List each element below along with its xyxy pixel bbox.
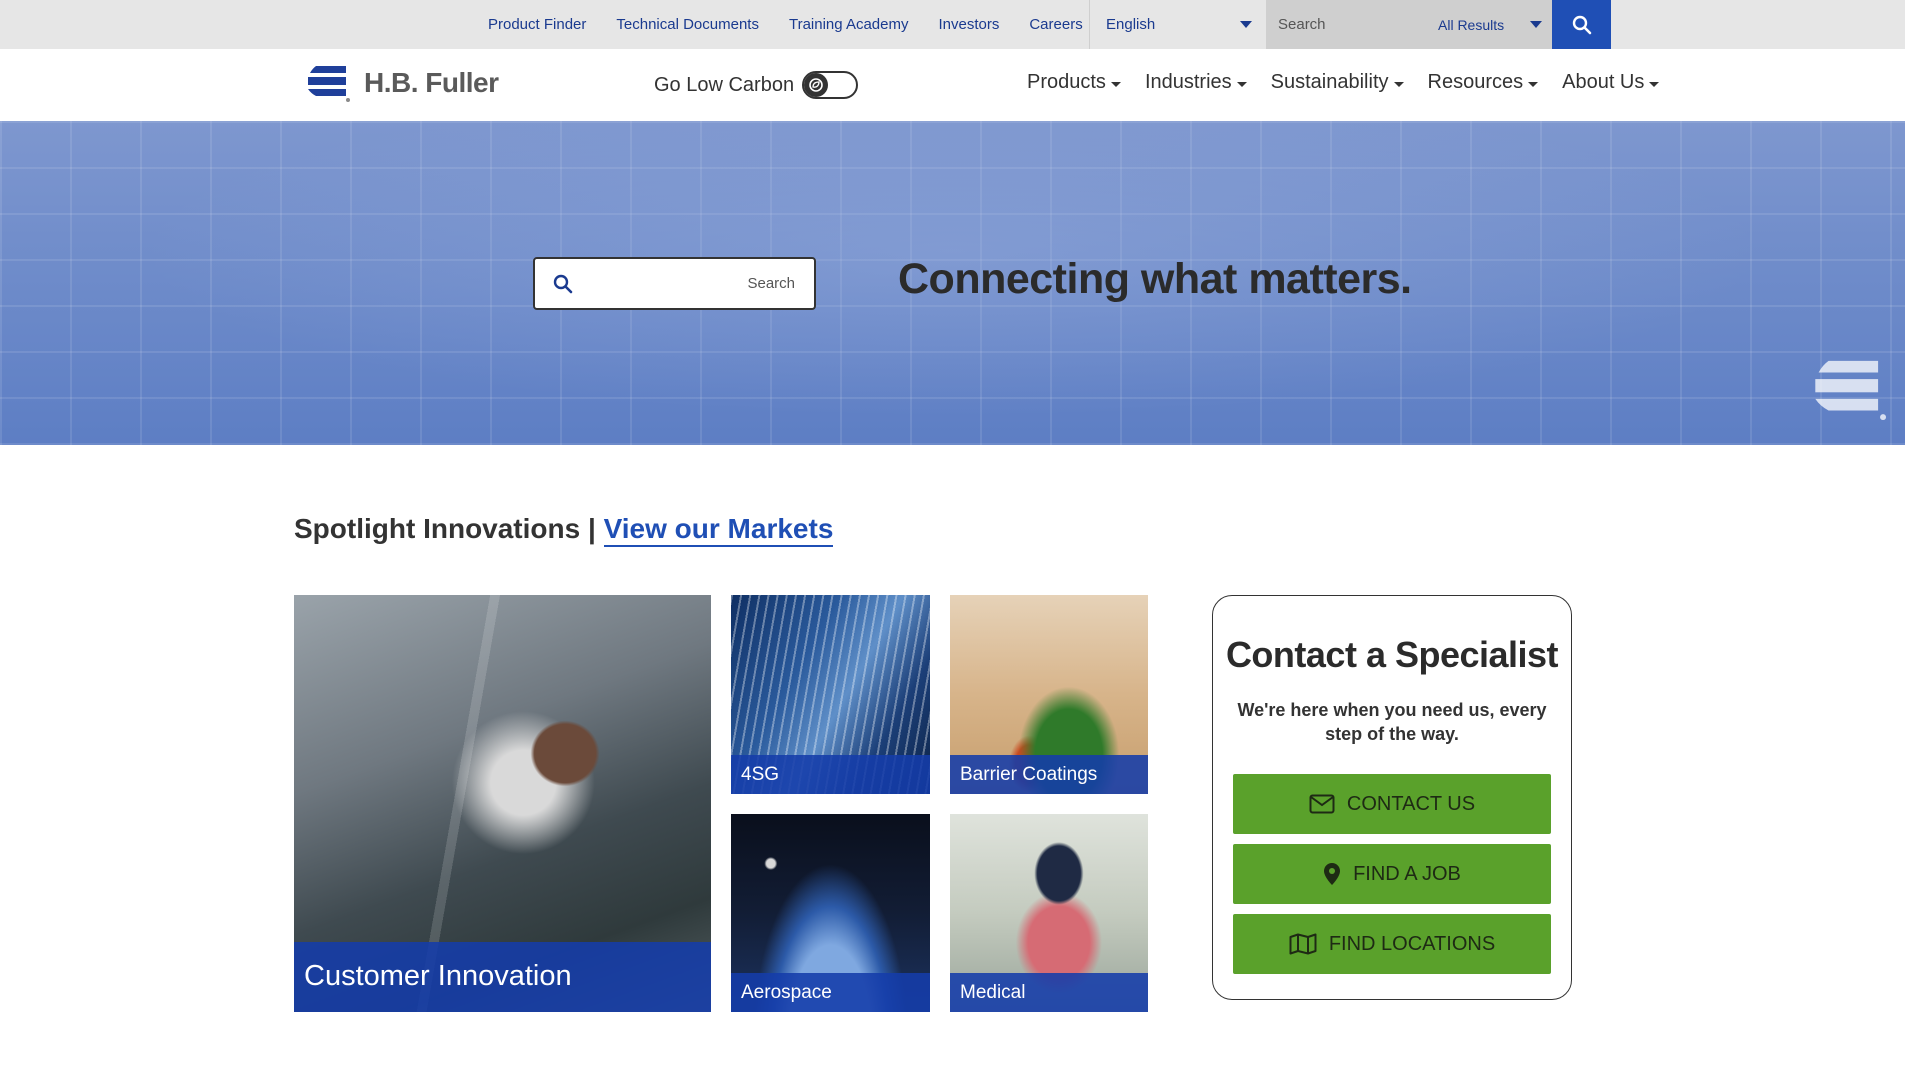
spotlight-heading-prefix: Spotlight Innovations | [294,513,596,544]
hero-search-input[interactable] [583,259,803,308]
find-a-job-button[interactable]: FIND A JOB [1233,844,1551,904]
view-markets-link[interactable]: View our Markets [603,513,834,547]
hero-title: Connecting what matters. [898,255,1412,303]
careers-link[interactable]: Careers [1029,16,1082,33]
technical-documents-link[interactable]: Technical Documents [616,16,759,33]
hero-banner: Connecting what matters. [0,121,1905,445]
utility-search-input[interactable] [1266,0,1426,49]
chevron-down-icon [1110,82,1121,87]
nav-resources[interactable]: Resources [1428,71,1539,94]
find-a-job-label: FIND A JOB [1353,862,1461,885]
tile-caption: Barrier Coatings [950,755,1148,794]
chevron-down-icon [1236,82,1247,87]
tile-barrier-coatings[interactable]: Barrier Coatings [950,595,1148,794]
map-pin-icon [1324,863,1341,885]
leaf-icon [804,73,829,97]
tile-customer-innovation[interactable]: Customer Innovation [294,595,711,1012]
find-locations-label: FIND LOCATIONS [1328,932,1496,955]
main-nav: Products Industries Sustainability Resou… [1027,71,1683,94]
nav-sustainability-label: Sustainability [1270,71,1389,93]
contact-title: Contact a Specialist [1225,634,1559,675]
search-scope-select[interactable]: All Results [1438,0,1504,49]
chevron-down-icon [1240,21,1252,28]
product-finder-link[interactable]: Product Finder [488,16,586,33]
nav-resources-label: Resources [1427,71,1524,93]
nav-sustainability[interactable]: Sustainability [1271,71,1404,94]
low-carbon-toggle[interactable] [802,71,859,99]
chevron-down-icon [1528,82,1539,87]
nav-about-us[interactable]: About Us [1562,71,1660,94]
language-value: English [1106,16,1156,33]
nav-about-us-label: About Us [1562,71,1645,93]
tile-medical[interactable]: Medical [950,814,1148,1012]
tile-caption: Medical [950,973,1148,1012]
envelope-icon [1309,794,1335,814]
low-carbon-label: Go Low Carbon [654,73,795,96]
main-header: H.B. Fuller Go Low Carbon Products Indus… [0,49,1905,121]
chevron-down-icon [1393,82,1404,87]
tile-caption: 4SG [731,755,930,794]
tile-aerospace[interactable]: Aerospace [731,814,930,1012]
hero-search [533,257,816,310]
utility-search: All Results [1266,0,1552,49]
tile-4sg[interactable]: 4SG [731,595,930,794]
contact-us-button[interactable]: CONTACT US [1233,774,1551,834]
nav-industries[interactable]: Industries [1145,71,1247,94]
contact-us-label: CONTACT US [1346,792,1476,815]
utility-search-button[interactable] [1552,0,1611,49]
contact-specialist-card: Contact a Specialist We're here when you… [1212,595,1572,1000]
logo-text: H.B. Fuller [364,67,499,98]
tile-caption: Aerospace [731,973,930,1012]
spotlight-heading: Spotlight Innovations | View our Markets [294,513,834,547]
find-locations-button[interactable]: FIND LOCATIONS [1233,914,1551,974]
utility-bar: Product Finder Technical Documents Train… [0,0,1905,49]
nav-products[interactable]: Products [1027,71,1121,94]
training-academy-link[interactable]: Training Academy [789,16,909,33]
nav-products-label: Products [1027,71,1106,93]
search-icon [553,274,573,299]
logo-mark-icon [308,66,350,102]
nav-industries-label: Industries [1144,71,1232,93]
logo-watermark-icon [1815,360,1887,421]
map-icon [1289,933,1317,955]
investors-link[interactable]: Investors [938,16,999,33]
utility-nav: Product Finder Technical Documents Train… [488,0,1113,49]
search-icon [1572,15,1591,34]
go-low-carbon: Go Low Carbon [654,71,859,99]
logo[interactable]: H.B. Fuller [306,60,499,106]
tile-caption: Customer Innovation [294,942,711,1012]
contact-subtitle: We're here when you need us, every step … [1237,700,1547,744]
language-select[interactable]: English [1090,0,1266,49]
chevron-down-icon [1649,82,1660,87]
chevron-down-icon [1530,21,1542,28]
